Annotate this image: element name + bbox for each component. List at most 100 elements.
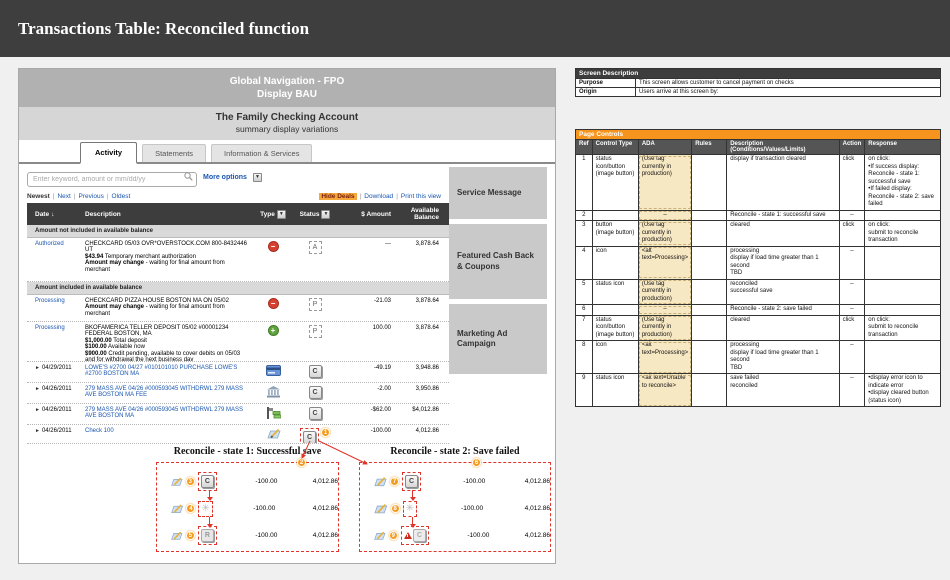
- newest-link[interactable]: Newest: [27, 193, 50, 200]
- previous-link[interactable]: Previous: [79, 193, 104, 200]
- action: click: [839, 315, 865, 341]
- spec-page: Transactions Table: Reconciled function …: [0, 0, 950, 580]
- state2-title: Reconcile - state 2: Save failed: [359, 446, 551, 457]
- transaction-state: Processing: [27, 298, 85, 321]
- transaction-amount: -100.00: [337, 428, 391, 443]
- tab-bar: Activity Statements Information & Servic…: [19, 140, 555, 164]
- cleared-status-button[interactable]: C: [309, 365, 322, 378]
- banking-ui-mockup: Global Navigation - FPO Display BAU The …: [18, 68, 556, 564]
- atm-cash-icon: [266, 407, 281, 419]
- check-pencil-icon: [169, 476, 183, 488]
- action: –: [839, 279, 865, 305]
- rules: [692, 155, 727, 211]
- ref: 4: [576, 246, 593, 279]
- ref: 2: [576, 210, 593, 221]
- control-row: 6 – Reconcile - state 2: save failed –: [576, 305, 941, 316]
- control-row: 2 – Reconcile - state 1: successful save…: [576, 210, 941, 221]
- rules: [692, 279, 727, 305]
- page-controls-header: Ref Control Type ADA Rules Description (…: [576, 140, 941, 155]
- expand-arrow-icon[interactable]: ►: [35, 365, 40, 372]
- sort-down-icon[interactable]: ↓: [51, 211, 54, 218]
- transaction-balance: 3,878.64: [391, 241, 443, 281]
- control-row: 9 status icon <alt text=Unable to reconc…: [576, 374, 941, 407]
- type-cell: −: [253, 298, 293, 321]
- amount: -100.00: [436, 505, 483, 512]
- global-nav-line1: Global Navigation - FPO: [19, 75, 555, 89]
- featured-cashback-box: Featured Cash Back & Coupons: [449, 224, 547, 299]
- view-links: Hide Deals | Download | Print this view: [319, 193, 441, 200]
- balance: 4,012.86: [288, 505, 338, 512]
- transaction-amount: -2.00: [337, 386, 391, 403]
- col-description: Description (Conditions/Values/Limits): [727, 140, 839, 155]
- transaction-description: Check 100: [85, 428, 253, 443]
- ada: (Use tag currently in production): [638, 279, 691, 305]
- description: Reconcile - state 2: save failed: [727, 305, 839, 316]
- minus-circle-icon: −: [268, 241, 279, 252]
- ref: 8: [576, 341, 593, 374]
- account-title: The Family Checking Account: [19, 112, 555, 125]
- ada: –: [638, 210, 691, 221]
- description: cleared: [727, 315, 839, 341]
- callout-outline: C: [300, 428, 319, 444]
- status-column-header: Status▼: [293, 210, 337, 219]
- transaction-description: BKOFAMERICA TELLER DEPOSIT 05/02 #000012…: [85, 325, 253, 361]
- col-rules: Rules: [692, 140, 727, 155]
- expand-arrow-icon[interactable]: ►: [35, 428, 40, 435]
- section-included: Amount included in available balance: [27, 282, 449, 295]
- check-pencil-icon: [265, 428, 281, 440]
- rules: [692, 246, 727, 279]
- transaction-date: ►04/26/2011: [27, 407, 85, 424]
- main-row: More options ▼ Newest | Next | Previous …: [19, 164, 555, 444]
- control-row: 7 status icon/button (image button) (Use…: [576, 315, 941, 341]
- account-subtitle: summary display variations: [19, 124, 555, 135]
- date-column-header[interactable]: Date↓: [27, 211, 85, 218]
- tab-statements[interactable]: Statements: [142, 144, 206, 162]
- control-type: [592, 305, 638, 316]
- hide-deals-link[interactable]: Hide Deals: [319, 193, 356, 200]
- ref: 7: [576, 315, 593, 341]
- list-links-row: Newest | Next | Previous | Oldest Hide D…: [19, 190, 449, 203]
- control-type: status icon: [592, 374, 638, 407]
- global-nav-placeholder: Global Navigation - FPO Display BAU: [19, 69, 555, 107]
- action: –: [839, 305, 865, 316]
- type-cell: [253, 386, 293, 403]
- transaction-description: CHECKCARD PIZZA HOUSE BOSTON MA ON 05/02…: [85, 298, 253, 321]
- response: •display error icon to indicate error •d…: [865, 374, 941, 407]
- expand-arrow-icon[interactable]: ►: [35, 407, 40, 414]
- status-authorized-icon: A: [309, 241, 322, 254]
- ada: (Use tag currently in production): [638, 315, 691, 341]
- next-link[interactable]: Next: [57, 193, 70, 200]
- type-filter-icon[interactable]: ▼: [277, 210, 286, 219]
- more-options-dropdown-icon[interactable]: ▼: [253, 173, 262, 182]
- status-filter-icon[interactable]: ▼: [321, 210, 330, 219]
- table-row: Authorized CHECKCARD 05/03 OVR*OVERSTOCK…: [27, 238, 449, 282]
- tab-activity[interactable]: Activity: [80, 142, 137, 164]
- download-link[interactable]: Download: [364, 193, 393, 200]
- search-input[interactable]: [27, 172, 197, 187]
- state1-title: Reconcile - state 1: Successful save: [156, 446, 339, 457]
- callout-badge-3: 3: [186, 477, 195, 486]
- response: [865, 210, 941, 221]
- control-type: button (image button): [592, 221, 638, 247]
- col-response: Response: [865, 140, 941, 155]
- mockup-sidebar: Service Message Featured Cash Back & Cou…: [449, 164, 553, 444]
- status-processing-icon: P: [309, 325, 322, 338]
- type-cell: −: [253, 241, 293, 281]
- cleared-status-button[interactable]: C: [309, 386, 322, 399]
- response: on click: submit to reconcile transactio…: [865, 315, 941, 341]
- state-row: 3 C -100.00 4,012.86: [157, 468, 338, 495]
- callout-badge-6: 6: [472, 458, 481, 467]
- transaction-balance: 3,950.86: [391, 386, 443, 403]
- control-type: status icon/button (image button): [592, 315, 638, 341]
- callout-outline: C: [401, 526, 429, 545]
- oldest-link[interactable]: Oldest: [112, 193, 131, 200]
- print-view-link[interactable]: Print this view: [401, 193, 441, 200]
- more-options-link[interactable]: More options: [203, 174, 247, 181]
- amount: -100.00: [236, 532, 278, 539]
- tab-information-services[interactable]: Information & Services: [211, 144, 312, 162]
- separator: |: [74, 193, 76, 200]
- expand-arrow-icon[interactable]: ►: [35, 386, 40, 393]
- cleared-status-button[interactable]: C: [309, 407, 322, 420]
- cleared-status-button[interactable]: C: [303, 431, 316, 444]
- description: save failed reconciled: [727, 374, 839, 407]
